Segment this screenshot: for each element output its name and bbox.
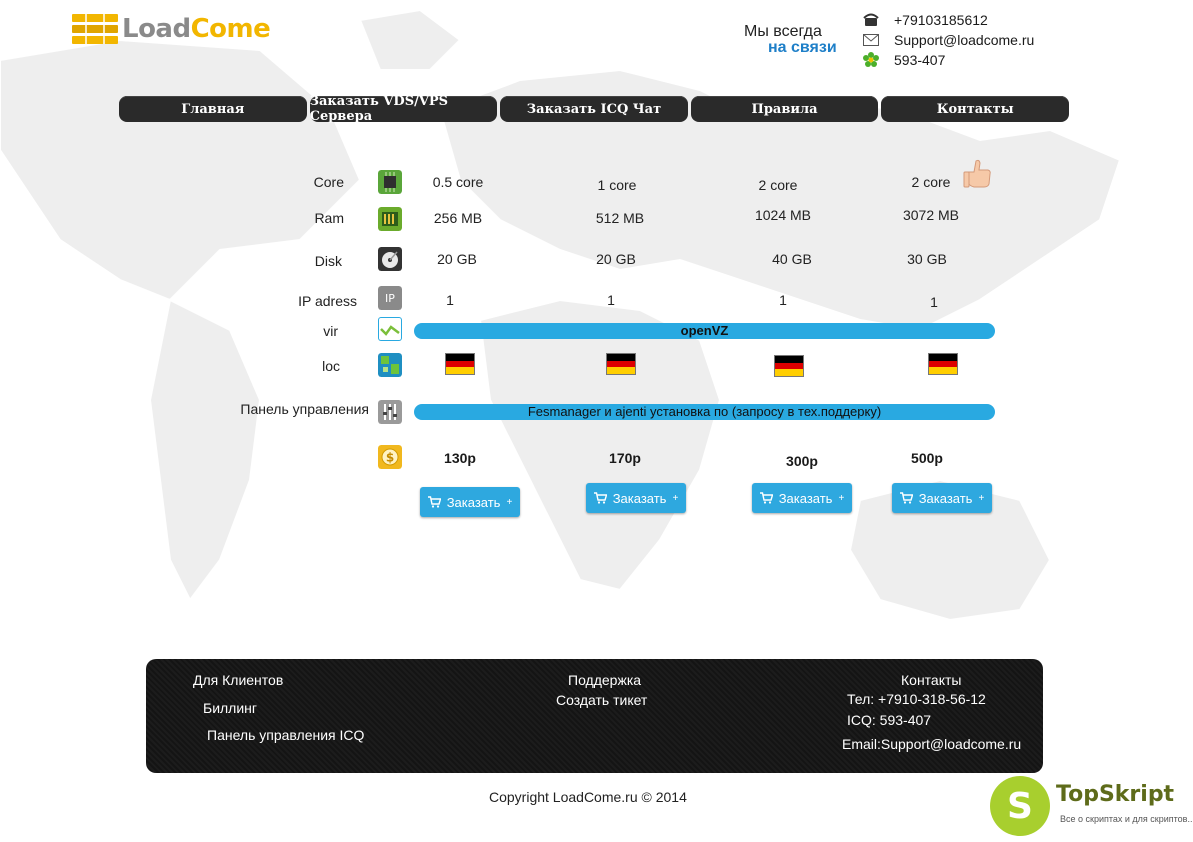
- svg-text:IP: IP: [385, 292, 395, 305]
- phone-icon: [862, 12, 880, 28]
- site-logo[interactable]: LoadCome: [72, 12, 272, 46]
- germany-flag-icon: [928, 353, 958, 375]
- plan2-ram: 512 MB: [595, 210, 645, 226]
- plan4-disk: 30 GB: [907, 251, 947, 267]
- topskript-name: TopSkript: [1056, 782, 1175, 807]
- cart-icon: [593, 492, 607, 504]
- label-disk: Disk: [314, 253, 342, 269]
- header-contacts: +79103185612 Support@loadcome.ru 593-407: [862, 10, 1062, 70]
- plan1-ip: 1: [446, 292, 454, 308]
- footer-icq: ICQ: 593-407: [847, 712, 932, 728]
- germany-flag-icon: [774, 355, 804, 377]
- footer-support-title: Поддержка: [568, 672, 642, 688]
- plan3-disk: 40 GB: [772, 251, 812, 267]
- order-label: Заказать: [446, 494, 501, 510]
- plan4-ram: 3072 MB: [902, 207, 960, 223]
- plan2-ip: 1: [607, 292, 615, 308]
- ram-icon: [378, 207, 402, 236]
- plan1-core: 0.5 core: [432, 174, 484, 190]
- plan4-ip: 1: [930, 294, 938, 310]
- footer-tel: Тел: +7910-318-56-12: [847, 691, 986, 707]
- svg-text:$: $: [386, 451, 394, 465]
- plan3-ram: 1024 MB: [754, 207, 812, 223]
- plan4-order-button[interactable]: Заказать +: [892, 483, 992, 513]
- contact-icq-text[interactable]: 593-407: [894, 52, 945, 68]
- contact-phone: +79103185612: [862, 10, 1062, 30]
- footer-billing-link[interactable]: Биллинг: [203, 700, 257, 716]
- virtualization-bar: openVZ: [414, 323, 995, 339]
- control-panel-icon: [378, 400, 402, 429]
- nav-order-icq-chat[interactable]: Заказать ICQ Чат: [500, 96, 688, 122]
- plus-icon: +: [838, 492, 845, 504]
- main-nav: Главная Заказать VDS/VPS Сервера Заказат…: [119, 94, 1069, 124]
- topskript-watermark: S TopSkript Все о скриптах и для скрипто…: [990, 776, 1193, 836]
- plan4-price: 500р: [911, 450, 943, 466]
- envelope-icon: [862, 32, 880, 48]
- contact-phone-text[interactable]: +79103185612: [894, 12, 988, 28]
- tagline-line1: Мы всегда: [744, 23, 822, 40]
- cart-icon: [427, 496, 441, 508]
- cart-icon: [899, 492, 913, 504]
- label-ram: Ram: [314, 210, 344, 226]
- label-ip: IP adress: [298, 293, 357, 309]
- nav-order-vds[interactable]: Заказать VDS/VPS Сервера: [309, 94, 498, 124]
- cpu-icon: [378, 170, 402, 199]
- label-vir: vir: [323, 323, 338, 339]
- germany-flag-icon: [445, 353, 475, 375]
- plan3-order-button[interactable]: Заказать +: [752, 483, 852, 513]
- control-panel-bar: Fesmanager и ajenti установка по (запрос…: [414, 404, 995, 420]
- plan2-disk: 20 GB: [596, 251, 636, 267]
- price-coin-icon: $: [378, 445, 402, 474]
- footer-contacts-title: Контакты: [901, 672, 962, 688]
- footer-email[interactable]: Email:Support@loadcome.ru: [842, 736, 1021, 752]
- thumbs-up-icon: [962, 158, 992, 195]
- plan2-core: 1 core: [597, 177, 637, 193]
- tagline: Мы всегда на связи: [744, 24, 854, 56]
- disk-icon: [378, 247, 402, 276]
- label-loc: loc: [322, 358, 340, 374]
- contact-email: Support@loadcome.ru: [862, 30, 1062, 50]
- virtualization-icon: [377, 316, 403, 346]
- server-stack-icon: [72, 14, 118, 44]
- plan2-order-button[interactable]: Заказать +: [586, 483, 686, 513]
- label-core: Core: [313, 174, 344, 190]
- plan1-price: 130р: [444, 450, 476, 466]
- order-label: Заказать: [612, 490, 667, 506]
- plan2-price: 170р: [609, 450, 641, 466]
- plus-icon: +: [978, 492, 985, 504]
- plus-icon: +: [672, 492, 679, 504]
- label-panel: Панель управления: [240, 401, 369, 417]
- plus-icon: +: [506, 496, 513, 508]
- plan1-order-button[interactable]: Заказать +: [420, 487, 520, 517]
- cart-icon: [759, 492, 773, 504]
- nav-rules[interactable]: Правила: [690, 96, 879, 122]
- contact-icq: 593-407: [862, 50, 1062, 70]
- plan1-disk: 20 GB: [437, 251, 477, 267]
- icq-flower-icon: [862, 52, 880, 68]
- plan3-ip: 1: [779, 292, 787, 308]
- topskript-subtitle: Все о скриптах и для скриптов...: [1060, 814, 1193, 824]
- order-label: Заказать: [778, 490, 833, 506]
- logo-text: LoadCome: [122, 14, 271, 44]
- plan1-ram: 256 MB: [433, 210, 483, 226]
- nav-home[interactable]: Главная: [119, 96, 307, 122]
- order-label: Заказать: [918, 490, 973, 506]
- nav-contacts[interactable]: Контакты: [881, 96, 1069, 122]
- ip-address-icon: IP: [378, 286, 402, 315]
- footer-clients-title: Для Клиентов: [193, 672, 284, 688]
- location-icon: [378, 353, 402, 382]
- tagline-line2: на связи: [768, 39, 837, 56]
- plan3-price: 300р: [786, 453, 818, 469]
- plan3-core: 2 core: [758, 177, 798, 193]
- germany-flag-icon: [606, 353, 636, 375]
- footer-icq-panel-link[interactable]: Панель управления ICQ: [207, 727, 364, 743]
- copyright: Copyright LoadCome.ru © 2014: [489, 789, 687, 805]
- contact-email-text[interactable]: Support@loadcome.ru: [894, 32, 1034, 48]
- topskript-logo-icon: S: [990, 776, 1050, 836]
- footer-create-ticket-link[interactable]: Создать тикет: [556, 692, 647, 708]
